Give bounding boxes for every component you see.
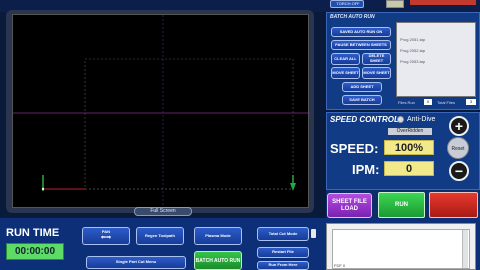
restart-file-label: Restart File bbox=[272, 249, 294, 255]
batch-panel-title: BATCH AUTO RUN bbox=[330, 14, 375, 20]
move-sheet-up-label: MOVE SHEET bbox=[332, 69, 359, 75]
tool-position-marker bbox=[290, 183, 296, 191]
files-run-value-text: 0 bbox=[426, 99, 430, 104]
files-run-value: 0 bbox=[424, 99, 432, 105]
anti-dive-label: Anti-Dive bbox=[407, 116, 436, 123]
delete-sheet-label: DELETE SHEET bbox=[368, 53, 385, 63]
add-sheet-button[interactable]: ADD SHEET bbox=[342, 82, 382, 92]
regen-toolpath-button[interactable]: Regen Toolpath bbox=[136, 227, 184, 245]
save-auto-run-button[interactable]: SAVED AUTO RUN ON bbox=[331, 27, 391, 37]
delete-sheet-button[interactable]: DELETE SHEET bbox=[362, 53, 391, 65]
anti-dive-toggle[interactable] bbox=[397, 116, 404, 123]
torch-button[interactable]: TORCH OFF bbox=[330, 0, 364, 8]
status-log[interactable] bbox=[332, 229, 470, 269]
move-sheet-up-button[interactable]: MOVE SHEET bbox=[331, 67, 360, 79]
file-list-item[interactable]: Prog 2051.tap bbox=[400, 37, 425, 42]
toolpath-canvas[interactable] bbox=[12, 14, 310, 209]
run-time-value: 00:00:00 bbox=[6, 243, 64, 260]
speed-decrease-button[interactable]: − bbox=[449, 161, 469, 181]
torch-button-label: TORCH OFF bbox=[336, 1, 360, 6]
run-button[interactable]: RUN bbox=[378, 192, 425, 218]
single-part-cut-menu-label: Single Part Cut Menu bbox=[115, 259, 157, 265]
pause-between-sheets-button[interactable]: PAUSE BETWEEN SHEETS bbox=[331, 40, 391, 50]
run-label: RUN bbox=[395, 202, 408, 208]
status-log-scrollbar[interactable] bbox=[462, 230, 468, 268]
sheet-outline bbox=[84, 58, 294, 190]
plasma-mode-button[interactable]: Plasma Mode bbox=[194, 227, 242, 245]
total-cut-mode-button[interactable]: Total Cut Mode bbox=[257, 227, 309, 241]
total-files-value: 3 bbox=[466, 99, 476, 105]
status-indicator bbox=[386, 0, 404, 8]
speed-value[interactable]: 100% bbox=[384, 140, 434, 155]
total-cut-mode-indicator bbox=[311, 229, 316, 238]
stop-button[interactable] bbox=[429, 192, 478, 218]
pause-between-label: PAUSE BETWEEN SHEETS bbox=[335, 41, 387, 47]
total-cut-mode-label: Total Cut Mode bbox=[268, 230, 298, 236]
total-files-label: Total Files bbox=[437, 100, 456, 105]
restart-file-button[interactable]: Restart File bbox=[257, 247, 309, 258]
minus-icon: − bbox=[454, 163, 464, 179]
full-screen-label: Full Screen bbox=[150, 208, 176, 214]
single-part-cut-menu-button[interactable]: Single Part Cut Menu bbox=[86, 256, 186, 269]
clear-all-label: CLEAR ALL bbox=[334, 55, 357, 61]
save-batch-button[interactable]: SAVE BATCH bbox=[342, 95, 382, 105]
add-sheet-label: ADD SHEET bbox=[350, 83, 374, 89]
clear-all-button[interactable]: CLEAR ALL bbox=[331, 53, 360, 65]
sheet-file-load-button[interactable]: SHEET FILE LOAD bbox=[327, 193, 372, 218]
save-auto-run-label: SAVED AUTO RUN ON bbox=[339, 28, 383, 34]
pan-arrows-icon: ⇐⇒ bbox=[100, 234, 112, 241]
batch-auto-run-label: BATCH AUTO RUN bbox=[195, 257, 241, 264]
batch-file-list[interactable]: Prog 2051.tap Prog 2052.tap Prog 2053.ta… bbox=[396, 22, 476, 97]
plus-icon: + bbox=[454, 118, 464, 134]
reset-label: Reset bbox=[451, 146, 465, 152]
pan-button[interactable]: PAN ⇐⇒ bbox=[82, 227, 130, 245]
toolpath-svg bbox=[13, 15, 310, 209]
ipm-label: IPM: bbox=[352, 162, 380, 177]
batch-auto-run-button[interactable]: BATCH AUTO RUN bbox=[194, 251, 242, 270]
run-from-here-label: Run From Here bbox=[268, 262, 298, 268]
regen-toolpath-label: Regen Toolpath bbox=[145, 232, 175, 238]
speed-reset-button[interactable]: Reset bbox=[447, 137, 469, 159]
ipm-value[interactable]: 0 bbox=[384, 161, 434, 176]
move-sheet-down-button[interactable]: MOVE SHEET bbox=[362, 67, 391, 79]
file-list-item[interactable]: Prog 2053.tap bbox=[400, 59, 425, 64]
total-files-value-text: 3 bbox=[469, 99, 473, 104]
run-from-here-button[interactable]: Run From Here bbox=[257, 261, 309, 270]
save-batch-label: SAVE BATCH bbox=[349, 96, 375, 102]
overridden-indicator: OverRidden bbox=[388, 128, 432, 135]
plasma-mode-label: Plasma Mode bbox=[205, 232, 231, 238]
file-list-item[interactable]: Prog 2052.tap bbox=[400, 48, 425, 53]
full-screen-button[interactable]: Full Screen bbox=[134, 207, 192, 216]
sheet-file-load-label: SHEET FILE LOAD bbox=[332, 198, 367, 212]
speed-increase-button[interactable]: + bbox=[449, 116, 469, 136]
status-log-text: FDF 0 bbox=[334, 263, 346, 268]
files-run-label: Files Run bbox=[398, 100, 415, 105]
run-time-label: RUN TIME bbox=[6, 227, 60, 239]
alert-strip bbox=[410, 0, 476, 5]
origin-marker bbox=[41, 187, 45, 191]
speed-label: SPEED: bbox=[330, 141, 379, 156]
speed-control-title: SPEED CONTROL bbox=[330, 115, 399, 124]
move-sheet-down-label: MOVE SHEET bbox=[363, 69, 390, 75]
